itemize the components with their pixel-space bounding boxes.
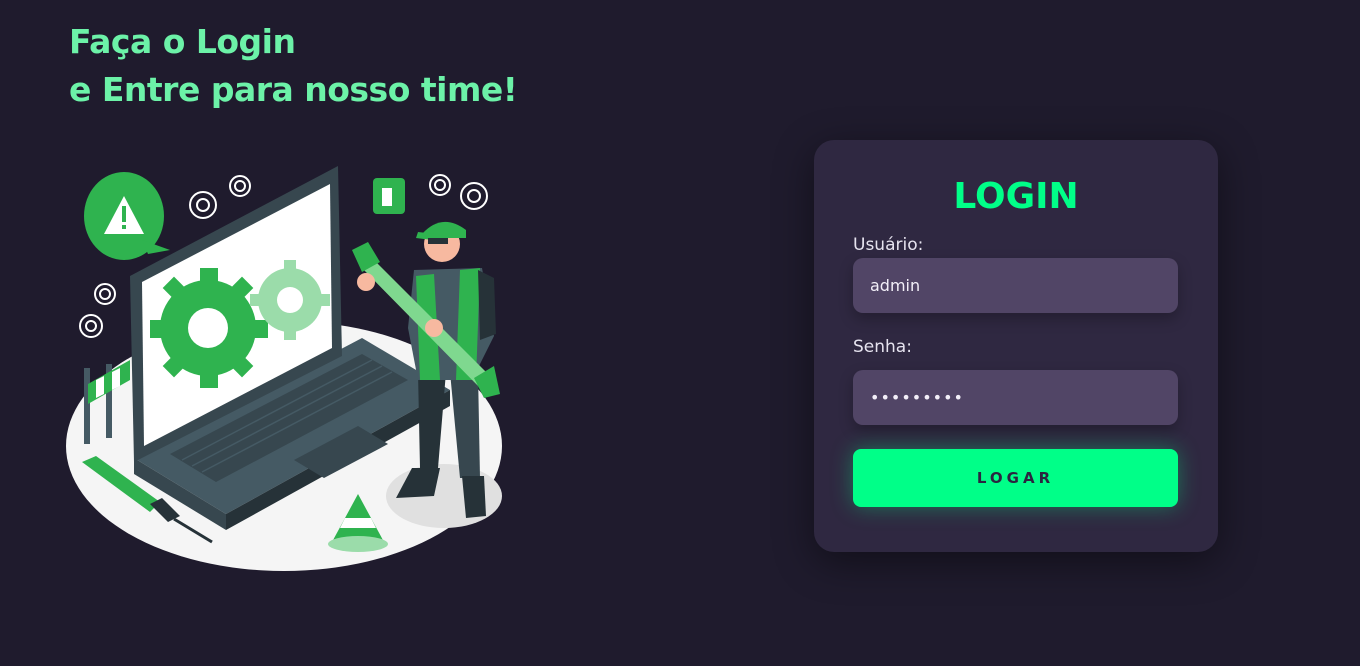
- password-input[interactable]: [853, 370, 1178, 425]
- username-label: Usuário:: [853, 235, 924, 255]
- technician-laptop-illustration: [66, 166, 502, 571]
- login-button[interactable]: LOGAR: [853, 449, 1178, 507]
- password-label: Senha:: [853, 337, 912, 357]
- warning-bubble-icon: [84, 172, 170, 260]
- hero-headline-line2: e Entre para nosso time!: [69, 70, 518, 109]
- login-page: Faça o Login e Entre para nosso time! LO…: [0, 0, 1360, 666]
- username-input[interactable]: [853, 258, 1178, 313]
- hero-headline-line1: Faça o Login: [69, 22, 296, 61]
- hero-headline: Faça o Login e Entre para nosso time!: [69, 18, 589, 114]
- login-title: LOGIN: [953, 176, 1079, 217]
- thumbs-up-icon: [373, 178, 405, 214]
- hero-section: Faça o Login e Entre para nosso time!: [69, 18, 589, 114]
